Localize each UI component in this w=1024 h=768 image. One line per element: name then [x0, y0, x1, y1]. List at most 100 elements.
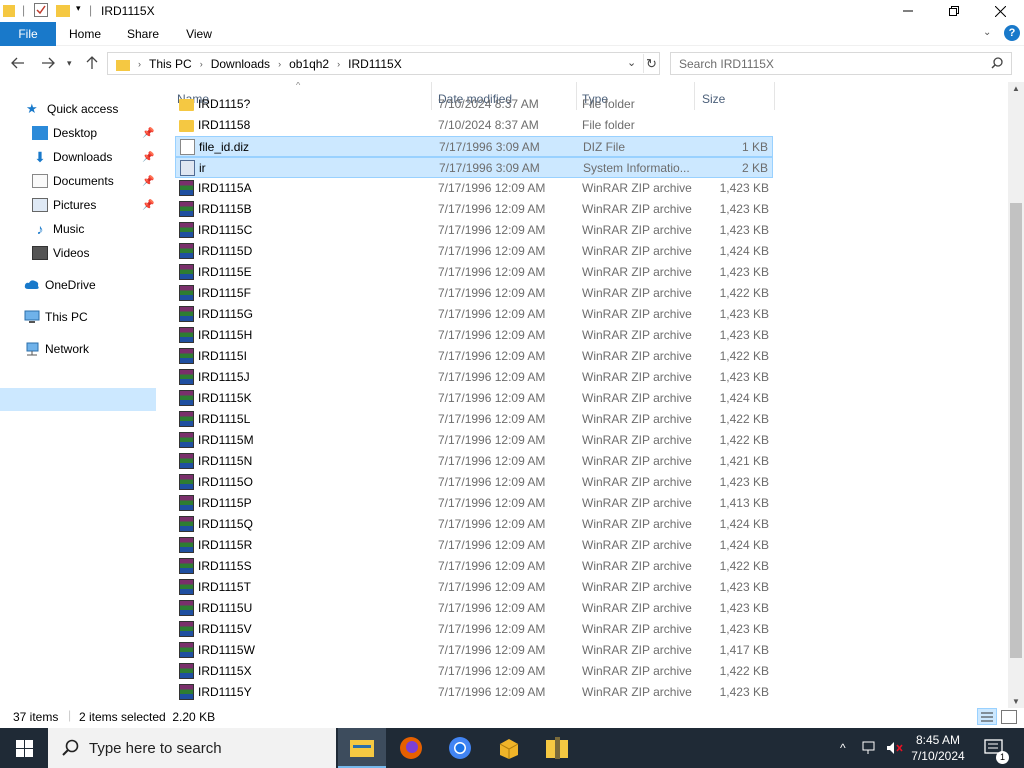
back-arrow-icon[interactable] — [11, 56, 25, 72]
table-row[interactable]: ir 7/17/1996 3:09 AM System Informatio... 2… — [175, 157, 773, 178]
tab-home[interactable]: Home — [58, 22, 112, 46]
file-date: 7/17/1996 12:09 AM — [438, 559, 546, 573]
breadcrumb-ird1115x[interactable]: IRD1115X — [348, 57, 402, 71]
table-row[interactable]: IRD1115G 7/17/1996 12:09 AM WinRAR ZIP arc… — [175, 304, 773, 325]
table-row[interactable]: file_id.diz 7/17/1996 3:09 AM DIZ File 1 KB — [175, 136, 773, 157]
file-explorer-taskbar-icon[interactable] — [338, 728, 386, 768]
table-row[interactable]: IRD1115D 7/17/1996 12:09 AM WinRAR ZIP arc… — [175, 241, 773, 262]
file-type: System Informatio... — [583, 161, 690, 175]
search-input[interactable]: Search IRD1115X — [670, 52, 1012, 75]
recent-locations-dropdown-icon[interactable]: ▾ — [67, 58, 72, 69]
file-type: WinRAR ZIP archive — [582, 370, 692, 384]
maximize-button[interactable] — [931, 0, 977, 22]
pin-icon: 📌 — [142, 200, 155, 211]
table-row[interactable]: IRD1115I 7/17/1996 12:09 AM WinRAR ZIP arc… — [175, 346, 773, 367]
winrar-archive-icon — [179, 642, 194, 658]
scroll-down-arrow-icon[interactable]: ▼ — [1012, 697, 1020, 706]
table-row[interactable]: IRD1115P 7/17/1996 12:09 AM WinRAR ZIP arc… — [175, 493, 773, 514]
address-dropdown-icon[interactable]: ⌄ — [627, 56, 636, 69]
nav-network[interactable]: Network — [24, 338, 89, 360]
winrar-archive-icon — [179, 621, 194, 637]
table-row[interactable]: IRD1115S 7/17/1996 12:09 AM WinRAR ZIP arc… — [175, 556, 773, 577]
scrollbar-thumb[interactable] — [1010, 203, 1022, 658]
desktop-icon — [32, 126, 48, 140]
expand-ribbon-icon[interactable]: ⌄ — [983, 27, 991, 38]
file-date: 7/17/1996 12:09 AM — [438, 244, 546, 258]
address-bar[interactable]: › This PC › Downloads › ob1qh2 › IRD1115… — [107, 52, 660, 75]
table-row[interactable]: IRD1115T 7/17/1996 12:09 AM WinRAR ZIP arc… — [175, 577, 773, 598]
table-row[interactable]: IRD1115Y 7/17/1996 12:09 AM WinRAR ZIP arc… — [175, 682, 773, 703]
nav-this-pc[interactable]: This PC — [24, 306, 88, 328]
refresh-icon[interactable]: ↻ — [643, 54, 659, 73]
minimize-button[interactable] — [885, 0, 931, 22]
nav-documents[interactable]: Documents — [32, 170, 114, 192]
scroll-up-arrow-icon[interactable]: ▲ — [1012, 84, 1020, 93]
nav-label: Videos — [53, 246, 90, 260]
close-button[interactable] — [977, 0, 1023, 22]
table-row[interactable]: IRD1115O 7/17/1996 12:09 AM WinRAR ZIP arc… — [175, 472, 773, 493]
chrome-taskbar-icon[interactable] — [436, 728, 484, 768]
file-name: IRD1115P — [198, 496, 252, 510]
archive-folder-taskbar-icon[interactable] — [534, 728, 582, 768]
table-row[interactable]: IRD1115C 7/17/1996 12:09 AM WinRAR ZIP arc… — [175, 220, 773, 241]
table-row[interactable]: IRD1115H 7/17/1996 12:09 AM WinRAR ZIP arc… — [175, 325, 773, 346]
file-date: 7/17/1996 12:09 AM — [438, 412, 546, 426]
show-hidden-icons-icon[interactable]: ^ — [840, 728, 846, 768]
taskbar-search-box[interactable]: Type here to search — [48, 728, 336, 768]
table-row[interactable]: IRD1115X 7/17/1996 12:09 AM WinRAR ZIP arc… — [175, 661, 773, 682]
file-date: 7/17/1996 12:09 AM — [438, 307, 546, 321]
breadcrumb-ob1qh2[interactable]: ob1qh2 — [289, 57, 329, 71]
table-row[interactable]: IRD11158 7/10/2024 8:37 AM File folder — [175, 115, 773, 136]
forward-arrow-icon[interactable] — [41, 56, 55, 72]
table-row[interactable]: IRD1115W 7/17/1996 12:09 AM WinRAR ZIP arc… — [175, 640, 773, 661]
system-clock[interactable]: 8:45 AM 7/10/2024 — [900, 732, 976, 764]
details-view-icon[interactable] — [977, 708, 997, 725]
search-icon[interactable] — [991, 57, 1003, 72]
table-row[interactable]: IRD1115L 7/17/1996 12:09 AM WinRAR ZIP arc… — [175, 409, 773, 430]
table-row[interactable]: IRD1115V 7/17/1996 12:09 AM WinRAR ZIP arc… — [175, 619, 773, 640]
new-folder-icon[interactable] — [56, 3, 70, 17]
winrar-archive-icon — [179, 243, 194, 259]
tab-view[interactable]: View — [172, 22, 226, 46]
large-icons-view-icon[interactable] — [1001, 710, 1017, 724]
nav-videos[interactable]: Videos — [32, 242, 89, 264]
table-row[interactable]: IRD1115E 7/17/1996 12:09 AM WinRAR ZIP arc… — [175, 262, 773, 283]
winrar-archive-icon — [179, 495, 194, 511]
table-row[interactable]: IRD1115K 7/17/1996 12:09 AM WinRAR ZIP arc… — [175, 388, 773, 409]
breadcrumb-downloads[interactable]: Downloads — [211, 57, 270, 71]
nav-downloads[interactable]: ⬇ Downloads — [32, 146, 112, 168]
nav-music[interactable]: ♪ Music — [32, 218, 85, 240]
properties-icon[interactable] — [34, 3, 48, 17]
file-date: 7/17/1996 12:09 AM — [438, 370, 546, 384]
help-icon[interactable]: ? — [1004, 25, 1020, 41]
file-size: 1,423 KB — [719, 202, 769, 216]
table-row[interactable]: IRD1115M 7/17/1996 12:09 AM WinRAR ZIP arc… — [175, 430, 773, 451]
column-divider[interactable] — [774, 82, 775, 110]
file-size: 1,423 KB — [719, 223, 769, 237]
breadcrumb-this-pc[interactable]: This PC — [149, 57, 192, 71]
table-row[interactable]: IRD1115R 7/17/1996 12:09 AM WinRAR ZIP arc… — [175, 535, 773, 556]
table-row[interactable]: IRD1115B 7/17/1996 12:09 AM WinRAR ZIP arc… — [175, 199, 773, 220]
file-size: 1,422 KB — [719, 412, 769, 426]
up-arrow-icon[interactable] — [86, 56, 98, 73]
table-row[interactable]: IRD1115? 7/10/2024 8:37 AM File folder — [175, 94, 773, 115]
table-row[interactable]: IRD1115A 7/17/1996 12:09 AM WinRAR ZIP arc… — [175, 178, 773, 199]
table-row[interactable]: IRD1115J 7/17/1996 12:09 AM WinRAR ZIP arc… — [175, 367, 773, 388]
nav-onedrive[interactable]: OneDrive — [24, 274, 96, 296]
tab-share[interactable]: Share — [116, 22, 170, 46]
table-row[interactable]: IRD1115U 7/17/1996 12:09 AM WinRAR ZIP arc… — [175, 598, 773, 619]
folder-icon — [3, 3, 15, 17]
table-row[interactable]: IRD1115F 7/17/1996 12:09 AM WinRAR ZIP arc… — [175, 283, 773, 304]
package-taskbar-icon[interactable] — [485, 728, 533, 768]
firefox-taskbar-icon[interactable] — [387, 728, 435, 768]
tab-file[interactable]: File — [0, 22, 56, 46]
network-tray-icon[interactable] — [862, 728, 878, 768]
file-date: 7/17/1996 12:09 AM — [438, 517, 546, 531]
nav-quick-access[interactable]: ★ Quick access — [26, 98, 118, 120]
start-button[interactable] — [0, 728, 48, 768]
nav-desktop[interactable]: Desktop — [32, 122, 97, 144]
nav-pictures[interactable]: Pictures — [32, 194, 96, 216]
customize-qa-dropdown-icon[interactable]: ▾ — [76, 3, 81, 14]
table-row[interactable]: IRD1115N 7/17/1996 12:09 AM WinRAR ZIP arc… — [175, 451, 773, 472]
table-row[interactable]: IRD1115Q 7/17/1996 12:09 AM WinRAR ZIP arc… — [175, 514, 773, 535]
